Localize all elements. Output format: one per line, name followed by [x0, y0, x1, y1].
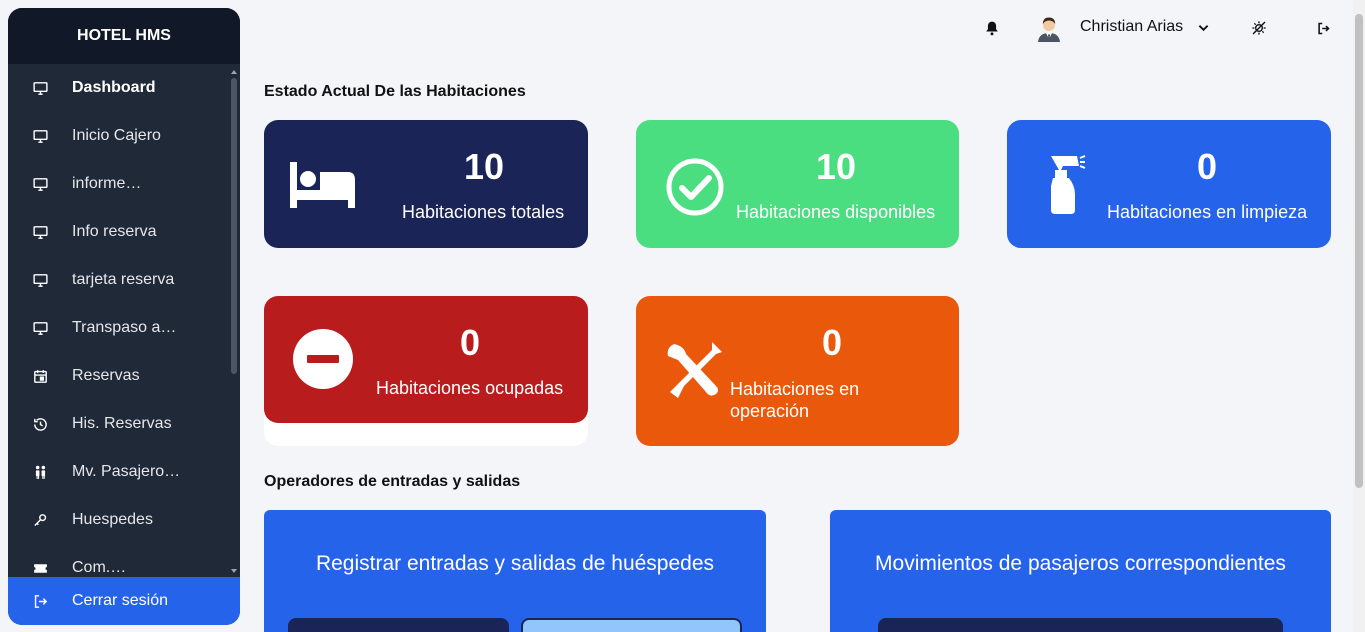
minus-circle-icon: [293, 329, 353, 389]
sidebar-item-label: His. Reservas: [72, 415, 172, 432]
chevron-down-icon[interactable]: [1196, 21, 1210, 35]
sidebar-menu: Dashboard Inicio Cajero informe… Info re…: [8, 64, 230, 577]
sidebar-item-label: Com.…: [72, 559, 127, 576]
tools-icon: [667, 342, 722, 398]
sidebar-item-huespedes[interactable]: Huespedes: [8, 496, 230, 544]
card-value: 0: [821, 322, 843, 363]
ticket-icon: [8, 560, 72, 577]
card-value: 0: [1196, 146, 1218, 187]
logout-icon[interactable]: [1314, 19, 1332, 37]
sidebar-item-com[interactable]: Com.…: [8, 544, 230, 577]
sidebar-item-label: Mv. Pasajero…: [72, 463, 181, 480]
sidebar-scrollbar[interactable]: [230, 68, 238, 575]
check-circle-icon: [666, 158, 724, 216]
spray-bottle-icon: [1051, 155, 1086, 214]
app-title: HOTEL HMS: [8, 8, 240, 64]
panel-button-primary[interactable]: [288, 618, 509, 632]
sidebar-item-transpaso[interactable]: Transpaso a…: [8, 304, 230, 352]
panel-title: Movimientos de pasajeros correspondiente…: [875, 552, 1286, 575]
calendar-icon: [8, 368, 72, 385]
sidebar: HOTEL HMS Dashboard Inicio Cajero inform…: [8, 8, 240, 625]
sidebar-item-label: tarjeta reserva: [72, 271, 175, 288]
sidebar-item-label: Dashboard: [72, 79, 156, 96]
monitor-icon: [8, 128, 72, 145]
card-label: Habitaciones disponibles: [736, 202, 936, 222]
sidebar-item-mv-pasajero[interactable]: Mv. Pasajero…: [8, 448, 230, 496]
scroll-up-icon[interactable]: [231, 70, 237, 74]
card-value: 0: [459, 322, 481, 363]
monitor-icon: [8, 272, 72, 289]
scroll-down-icon[interactable]: [231, 569, 237, 573]
panel-register-guests: Registrar entradas y salidas de huéspede…: [264, 510, 766, 632]
card-total-rooms[interactable]: 10 Habitaciones totales: [264, 120, 588, 248]
panel-title: Registrar entradas y salidas de huéspede…: [315, 552, 715, 575]
card-label: Habitaciones en limpieza: [1107, 202, 1308, 222]
people-icon: [8, 464, 72, 481]
card-label: Habitaciones en operación: [730, 379, 860, 421]
page-scrollbar[interactable]: [1353, 0, 1365, 632]
card-value: 10: [463, 146, 505, 187]
panel-button-secondary[interactable]: [521, 618, 742, 632]
sidebar-item-dashboard[interactable]: Dashboard: [8, 64, 230, 112]
sidebar-item-label: Huespedes: [72, 511, 153, 528]
logout-button[interactable]: Cerrar sesión: [8, 577, 240, 625]
theme-toggle-icon[interactable]: [1250, 19, 1268, 37]
bed-icon: [290, 162, 355, 208]
sidebar-item-label: Info reserva: [72, 223, 157, 240]
avatar[interactable]: [1036, 14, 1062, 42]
sidebar-item-inicio-cajero[interactable]: Inicio Cajero: [8, 112, 230, 160]
history-icon: [8, 416, 72, 433]
logout-icon: [8, 593, 72, 610]
user-name[interactable]: Christian Arias: [1080, 18, 1183, 36]
sidebar-item-tarjeta-reserva[interactable]: tarjeta reserva: [8, 256, 230, 304]
sidebar-item-label: Inicio Cajero: [72, 127, 161, 144]
sidebar-item-reservas[interactable]: Reservas: [8, 352, 230, 400]
sidebar-item-label: informe…: [72, 175, 142, 192]
operators-section-title: Operadores de entradas y salidas: [264, 473, 521, 490]
sidebar-item-label: Reservas: [72, 367, 140, 384]
bell-icon[interactable]: [984, 20, 1000, 36]
card-cleaning-rooms[interactable]: 0 Habitaciones en limpieza: [1007, 120, 1331, 248]
sidebar-item-label: Transpaso a…: [72, 319, 177, 336]
card-value: 10: [815, 146, 857, 187]
rooms-section-title: Estado Actual De las Habitaciones: [264, 83, 526, 100]
card-occupied-rooms[interactable]: 0 Habitaciones ocupadas: [264, 296, 588, 423]
sidebar-item-informe[interactable]: informe…: [8, 160, 230, 208]
card-label: Habitaciones ocupadas: [376, 378, 564, 398]
monitor-icon: [8, 176, 72, 193]
monitor-icon: [8, 320, 72, 337]
sidebar-item-info-reserva[interactable]: Info reserva: [8, 208, 230, 256]
card-label: Habitaciones totales: [402, 202, 565, 222]
logout-label: Cerrar sesión: [72, 592, 169, 609]
card-operation-rooms[interactable]: 0 Habitaciones en operación: [636, 296, 959, 446]
scrollbar-thumb[interactable]: [1355, 14, 1363, 488]
scrollbar-thumb[interactable]: [231, 78, 237, 374]
panel-passenger-movements: Movimientos de pasajeros correspondiente…: [830, 510, 1331, 632]
monitor-icon: [8, 224, 72, 241]
sidebar-item-his-reservas[interactable]: His. Reservas: [8, 400, 230, 448]
card-available-rooms[interactable]: 10 Habitaciones disponibles: [636, 120, 959, 248]
key-icon: [8, 512, 72, 529]
monitor-icon: [8, 80, 72, 97]
panel-button[interactable]: [878, 618, 1283, 632]
